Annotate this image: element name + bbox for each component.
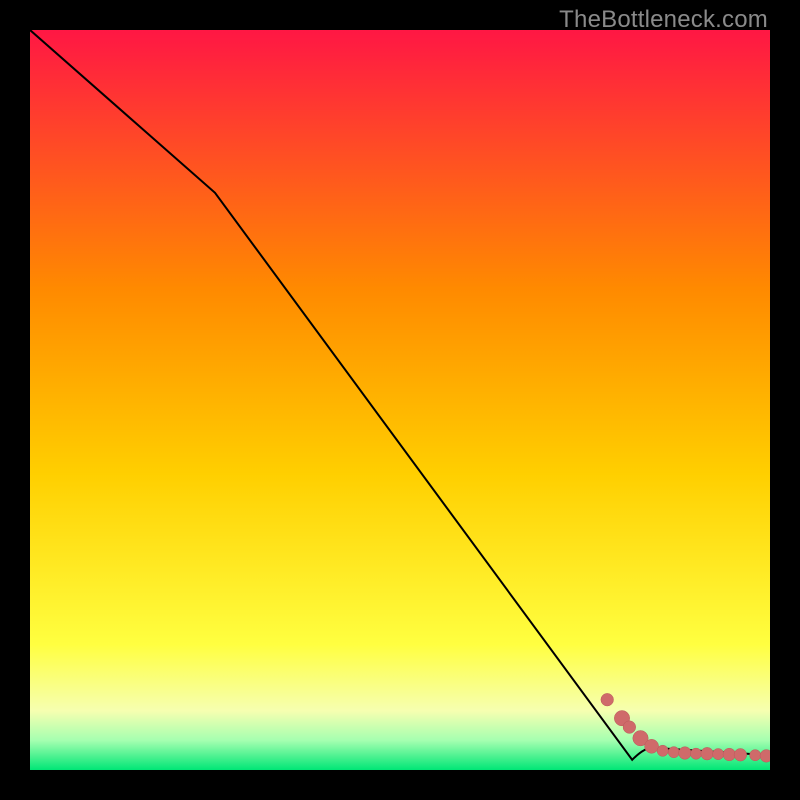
scatter-dot [723,748,736,761]
scatter-dot [679,747,692,760]
scatter-dot [645,739,659,753]
scatter-dot [713,749,724,760]
scatter-dot [668,747,679,758]
scatter-dot [750,750,761,761]
chart-stage: TheBottleneck.com [0,0,800,800]
chart-svg [30,30,770,770]
scatter-dot [701,747,714,760]
gradient-background [30,30,770,770]
scatter-dot [734,749,747,762]
scatter-dot [690,748,701,759]
scatter-dot [623,721,636,734]
plot-area [30,30,770,770]
scatter-dot [760,750,770,763]
scatter-dot [601,693,614,706]
scatter-dot [657,745,668,756]
